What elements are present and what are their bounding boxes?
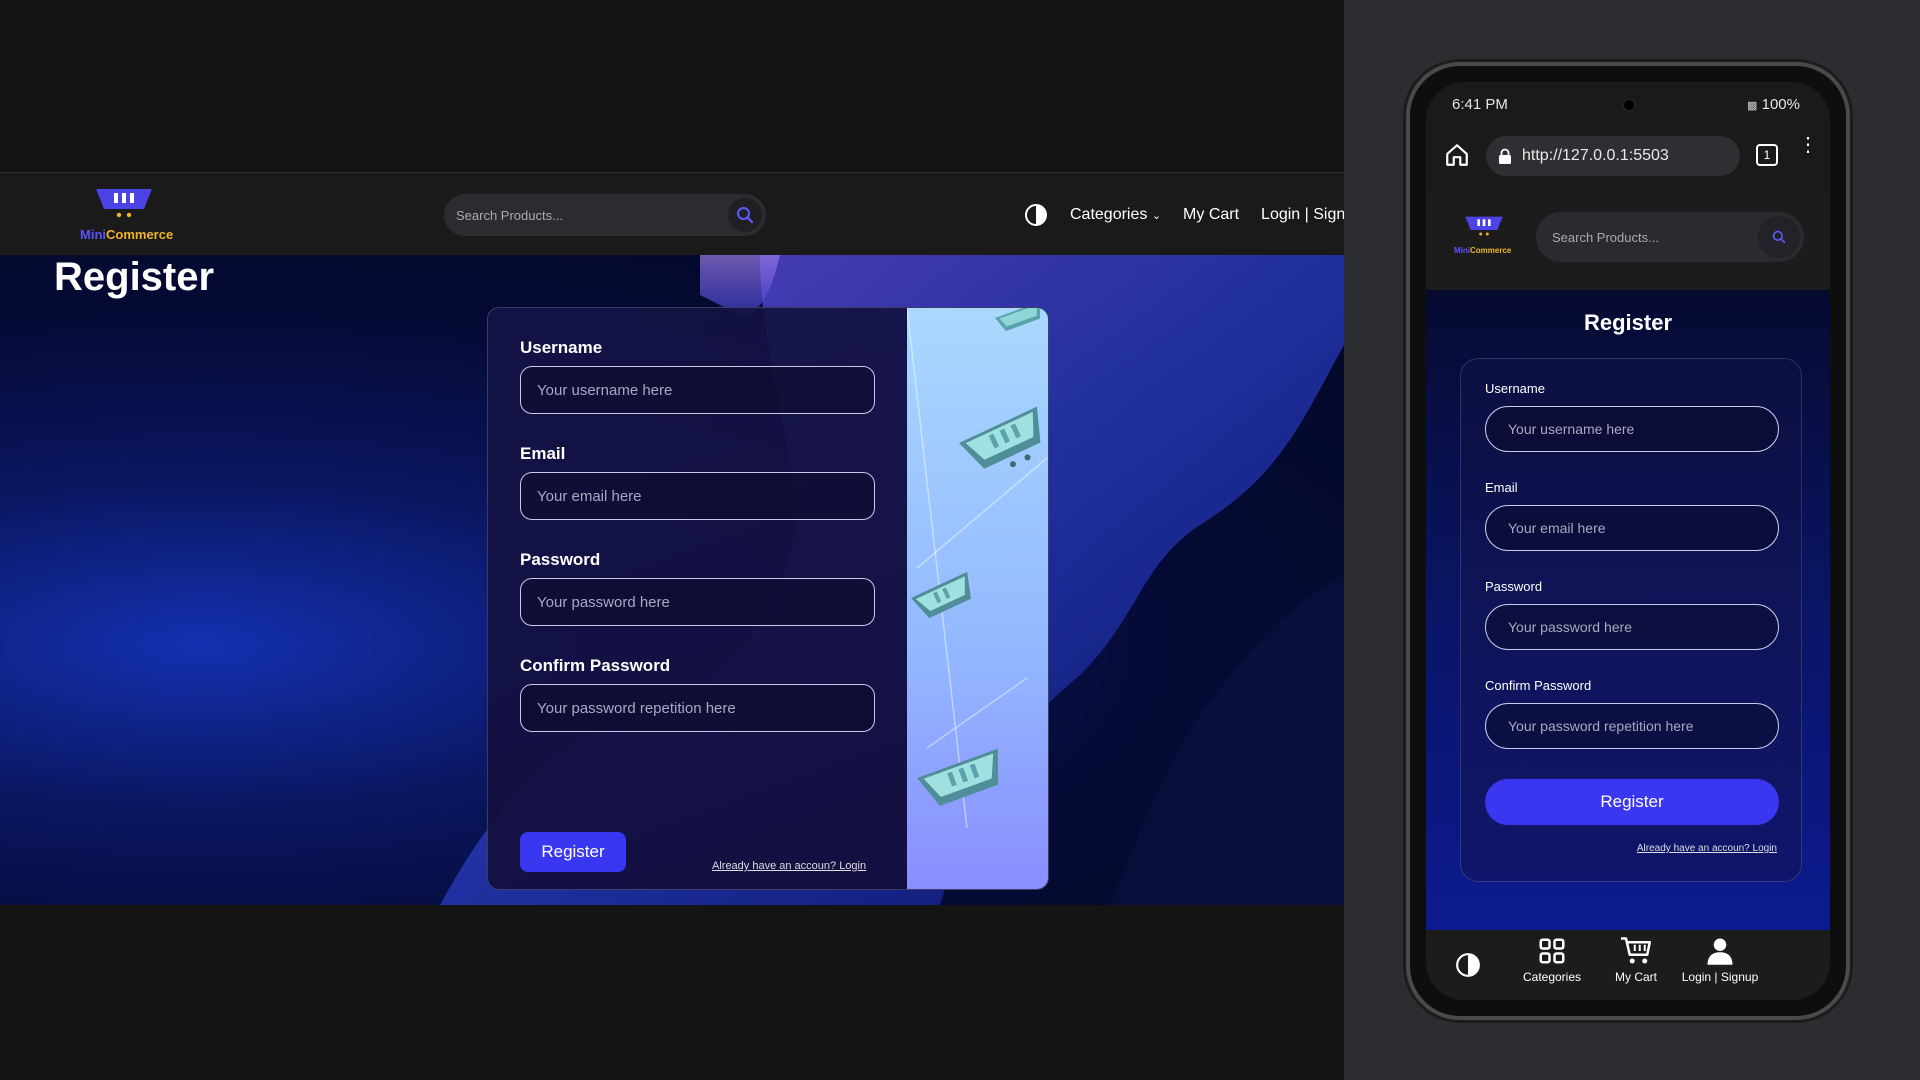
- chevron-down-icon: ⌄: [1151, 209, 1162, 222]
- mobile-nav-login-label: Login | Signup: [1681, 970, 1759, 984]
- status-bar: 6:41 PM ▩ 100%: [1426, 82, 1830, 122]
- email-label: Email: [520, 444, 566, 463]
- my-cart-link[interactable]: My Cart: [1183, 206, 1239, 224]
- desktop-view: MiniCommerce Categories ⌄ My Cart: [0, 0, 1344, 1080]
- stage: MiniCommerce Categories ⌄ My Cart: [0, 0, 1920, 1080]
- camera-notch: [1622, 98, 1636, 112]
- username-input[interactable]: [520, 366, 875, 414]
- address-bar[interactable]: http://127.0.0.1:5503: [1486, 136, 1740, 176]
- cart-icon: [1621, 937, 1651, 964]
- mobile-brand-name: MiniCommerce: [1454, 246, 1512, 255]
- search-icon: [1772, 230, 1786, 244]
- email-input[interactable]: [520, 472, 875, 520]
- mobile-email-label: Email: [1485, 480, 1518, 495]
- decorative-image: [907, 308, 1048, 889]
- mobile-bottom-nav: Categories My Cart Login | Signup: [1426, 930, 1830, 1000]
- cart-logo-icon: [96, 189, 152, 218]
- grid-icon: [1539, 938, 1565, 964]
- battery-status: ▩ 100%: [1747, 96, 1800, 113]
- signal-icon: ▩: [1747, 100, 1758, 112]
- search-input[interactable]: [444, 194, 724, 236]
- mobile-search-input[interactable]: [1536, 212, 1756, 262]
- phone-screen: 6:41 PM ▩ 100% http://127.0.0.1:5503 1 ⋮…: [1426, 82, 1830, 1000]
- register-button[interactable]: Register: [520, 832, 626, 872]
- mobile-search-button[interactable]: [1758, 216, 1800, 258]
- floating-carts-illustration: [907, 308, 1048, 829]
- login-link[interactable]: Already have an accoun? Login: [712, 860, 866, 872]
- more-menu-icon[interactable]: ⋮: [1798, 135, 1818, 155]
- register-section: Register Username Email Password Confirm…: [0, 255, 1344, 905]
- mobile-username-input[interactable]: [1485, 406, 1779, 452]
- tabs-button[interactable]: 1: [1756, 144, 1778, 166]
- mobile-preview-panel: 6:41 PM ▩ 100% http://127.0.0.1:5503 1 ⋮…: [1344, 0, 1920, 1080]
- login-signup-link[interactable]: Login | Signup: [1261, 206, 1344, 224]
- search-button[interactable]: [728, 198, 762, 232]
- confirm-password-input[interactable]: [520, 684, 875, 732]
- cart-logo-icon: [1465, 216, 1503, 236]
- mobile-register-section: Register Username Email Password Confirm…: [1426, 290, 1830, 930]
- mobile-nav-login[interactable]: Login | Signup: [1670, 936, 1770, 984]
- mobile-nav-categories-label: Categories: [1522, 970, 1582, 984]
- mobile-password-input[interactable]: [1485, 604, 1779, 650]
- user-icon: [1707, 938, 1733, 965]
- password-label: Password: [520, 550, 601, 569]
- phone-frame: 6:41 PM ▩ 100% http://127.0.0.1:5503 1 ⋮…: [1406, 62, 1850, 1020]
- search-icon: [737, 207, 754, 224]
- register-form-card: Username Email Password Confirm Password…: [487, 307, 1049, 890]
- mobile-nav-cart-label: My Cart: [1615, 970, 1657, 984]
- search-bar: [444, 194, 766, 236]
- mobile-page-title: Register: [1583, 310, 1673, 335]
- mobile-login-link[interactable]: Already have an accoun? Login: [1637, 843, 1777, 854]
- theme-toggle-icon[interactable]: [1024, 203, 1048, 227]
- mobile-confirm-password-input[interactable]: [1485, 703, 1779, 749]
- nav-links: Categories ⌄ My Cart Login | Signup: [1024, 173, 1344, 256]
- mobile-search-bar: [1536, 212, 1804, 262]
- browser-toolbar: http://127.0.0.1:5503 1 ⋮: [1426, 126, 1830, 190]
- mobile-register-button[interactable]: Register: [1485, 779, 1779, 825]
- username-label: Username: [520, 338, 603, 357]
- status-time: 6:41 PM: [1452, 96, 1508, 113]
- navbar: MiniCommerce Categories ⌄ My Cart: [0, 172, 1344, 255]
- brand-name: MiniCommerce: [80, 227, 174, 242]
- home-icon[interactable]: [1444, 142, 1470, 168]
- mobile-logo[interactable]: MiniCommerce: [1454, 212, 1514, 262]
- password-input[interactable]: [520, 578, 875, 626]
- register-form: Username Email Password Confirm Password: [488, 308, 908, 889]
- confirm-password-label: Confirm Password: [520, 656, 671, 675]
- theme-toggle-icon: [1456, 953, 1480, 977]
- mobile-confirm-password-label: Confirm Password: [1485, 678, 1592, 693]
- page-title: Register: [54, 255, 215, 299]
- mobile-register-form: Username Email Password Confirm Password…: [1460, 358, 1802, 882]
- url-text: http://127.0.0.1:5503: [1522, 147, 1669, 164]
- mobile-username-label: Username: [1485, 381, 1545, 396]
- mobile-navbar: MiniCommerce: [1426, 194, 1830, 290]
- lock-icon: [1499, 148, 1511, 164]
- mobile-email-input[interactable]: [1485, 505, 1779, 551]
- mobile-password-label: Password: [1485, 579, 1543, 594]
- categories-menu[interactable]: Categories ⌄: [1070, 206, 1161, 224]
- logo[interactable]: MiniCommerce: [78, 185, 174, 245]
